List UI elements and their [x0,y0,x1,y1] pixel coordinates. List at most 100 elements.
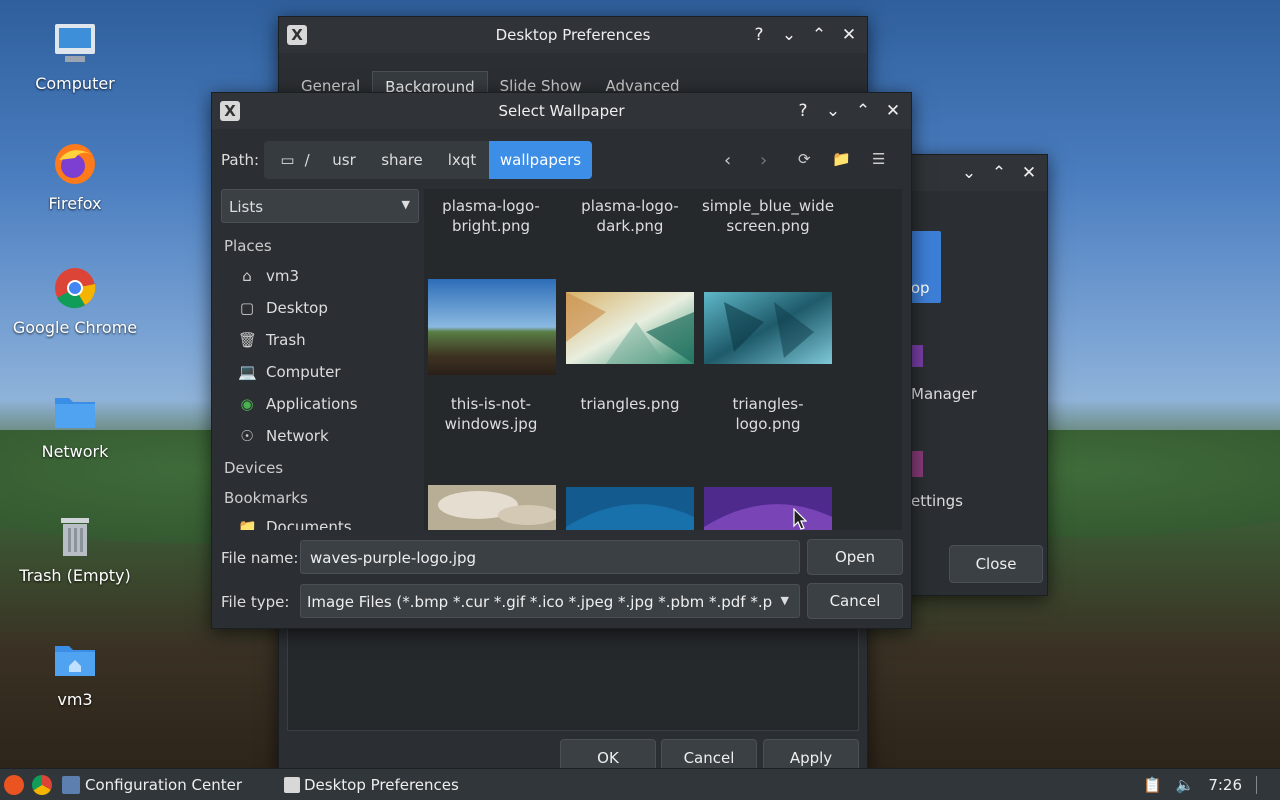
window-controls: ? ⌄ ⌃ ✕ [747,23,861,47]
place-desktop[interactable]: ▢ Desktop [238,299,328,317]
applications-icon: ◉ [240,395,254,413]
breadcrumb-item: / [304,151,310,169]
forward-icon[interactable]: › [760,150,767,171]
desktop-icon-label: Network [41,442,109,461]
minimize-icon[interactable]: ⌄ [777,23,801,47]
reload-icon[interactable]: ⟳ [798,150,811,168]
volume-icon[interactable]: 🔈 [1176,776,1195,794]
task-label: Desktop Preferences [303,775,459,794]
places-header: Places [224,237,272,255]
place-label: Documents [266,518,352,530]
window-manager-icon [911,345,923,367]
breadcrumb-item[interactable]: usr [320,141,368,179]
prefs-titlebar: Χ Desktop Preferences ? ⌄ ⌃ ✕ [279,17,867,53]
maximize-icon[interactable]: ⌃ [807,23,831,47]
file-item-label[interactable]: this-is-not- windows.jpg [424,394,560,434]
close-button[interactable]: Close [949,545,1043,583]
file-name-input[interactable]: waves-purple-logo.jpg [300,540,800,574]
thumbnail-waves-purple-logo[interactable] [704,487,832,530]
drive-icon: ▭ [280,151,295,169]
file-item-label[interactable]: plasma-logo- dark.png [561,196,699,236]
file-item-label[interactable]: simple_blue_wide screen.png [699,196,837,236]
home-icon: ⌂ [242,267,252,285]
thumbnail-waves-blue-logo[interactable] [566,487,694,530]
place-label: Desktop [266,299,328,317]
place-network[interactable]: ☉ Network [238,427,328,445]
file-type-select[interactable]: Image Files (*.bmp *.cur *.gif *.ico *.j… [300,584,800,618]
file-item-label[interactable]: triangles.png [561,394,699,414]
cancel-button[interactable]: Cancel [807,583,903,619]
app-icon: Χ [287,25,307,45]
chrome-icon [32,774,52,795]
place-computer[interactable]: 💻 Computer [238,363,341,381]
prefs-content-panel [287,617,859,731]
place-applications[interactable]: ◉ Applications [238,395,358,413]
view-options-icon[interactable]: ☰ [872,150,885,168]
file-item-label[interactable]: plasma-logo- bright.png [424,196,560,236]
minimize-icon[interactable]: ⌄ [821,99,845,123]
window-controls: ⌄ ⌃ ✕ [957,161,1041,185]
file-item-label[interactable]: triangles- logo.png [699,394,837,434]
window-controls: ? ⌄ ⌃ ✕ [791,99,905,123]
network-icon: ☉ [240,427,254,445]
chrome-icon [55,268,96,309]
minimize-icon[interactable]: ⌄ [957,161,981,185]
system-tray: 📋 🔈 7:26 [1143,775,1280,794]
maximize-icon[interactable]: ⌃ [851,99,875,123]
breadcrumb-item-current[interactable]: wallpapers [489,141,592,179]
clock[interactable]: 7:26 [1208,776,1242,794]
desktop-icon-firefox[interactable]: Firefox [10,140,140,213]
thumbnail-clouds[interactable] [428,485,556,530]
bookmarks-header: Bookmarks [224,489,308,507]
chevron-down-icon: ▼ [780,594,789,607]
desktop-icon-home[interactable]: vm3 [10,636,140,709]
back-icon[interactable]: ‹ [724,150,731,171]
file-name-label: File name: [221,549,299,567]
thumbnail-this-is-not-windows[interactable] [428,279,556,375]
place-label: Applications [266,395,358,413]
task-configuration-center[interactable]: Configuration Center [56,769,248,800]
chrome-launcher[interactable] [28,769,56,800]
breadcrumb-item[interactable]: share [370,141,434,179]
folder-home-icon [55,646,95,676]
help-icon[interactable]: ? [791,99,815,123]
chevron-down-icon: ▼ [401,198,410,211]
config-item-label[interactable]: Manager [911,385,977,403]
place-label: Trash [266,331,306,349]
clipboard-icon[interactable]: 📋 [1143,776,1162,794]
open-button[interactable]: Open [807,539,903,575]
help-icon[interactable]: ? [747,23,771,47]
mouse-cursor-icon [793,508,807,530]
new-folder-icon[interactable]: 📁 [832,150,851,168]
trash-icon [61,518,89,556]
task-desktop-preferences[interactable]: Desktop Preferences [278,769,465,800]
desktop-icon-chrome[interactable]: Google Chrome [10,264,140,337]
thumbnail-triangles-logo[interactable] [704,292,832,364]
place-vm3[interactable]: ⌂ vm3 [238,267,299,285]
ubuntu-logo-icon [4,774,24,795]
config-item-label[interactable]: ettings [911,492,963,510]
app-icon: Χ [220,101,240,121]
bookmark-documents[interactable]: 📁 Documents [238,518,352,530]
desktop-icon-trash[interactable]: Trash (Empty) [10,512,140,585]
breadcrumb-item[interactable]: lxqt [436,141,488,179]
file-type-label: File type: [221,593,290,611]
app-menu-button[interactable] [0,769,28,800]
devices-header: Devices [224,459,284,477]
breadcrumb-root[interactable]: ▭ / [270,141,320,179]
show-desktop-icon[interactable] [1256,775,1268,794]
desktop-icon-network[interactable]: Network [10,388,140,461]
place-trash[interactable]: 🗑 Trash [238,331,306,349]
dialog-titlebar: Χ Select Wallpaper ? ⌄ ⌃ ✕ [212,93,911,129]
view-mode-select[interactable]: Lists ▼ [221,189,419,223]
close-icon[interactable]: ✕ [881,99,905,123]
thumbnail-triangles[interactable] [566,292,694,364]
computer-icon [55,24,95,62]
close-icon[interactable]: ✕ [837,23,861,47]
desktop-icon-computer[interactable]: Computer [10,20,140,93]
desktop-icon-label: Computer [35,74,115,93]
maximize-icon[interactable]: ⌃ [987,161,1011,185]
close-icon[interactable]: ✕ [1017,161,1041,185]
config-center-icon [62,775,80,794]
view-mode-value: Lists [229,198,264,216]
